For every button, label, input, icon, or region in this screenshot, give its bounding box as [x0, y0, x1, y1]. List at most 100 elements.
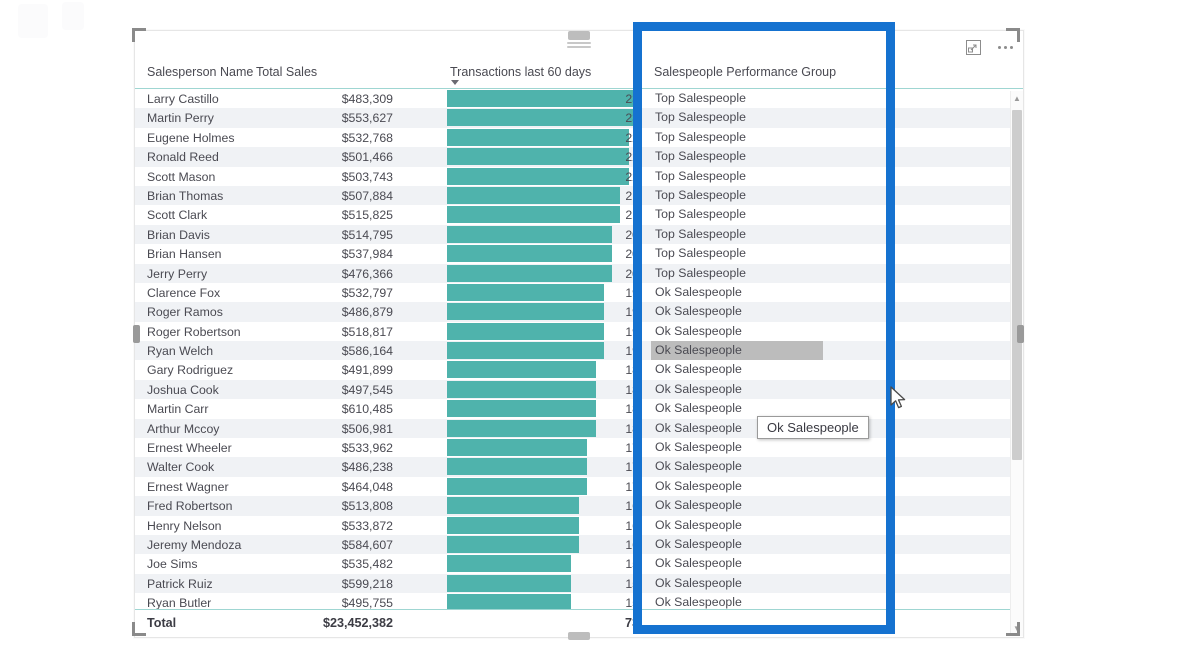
scrollbar-track[interactable] — [1012, 106, 1022, 621]
cell-performance-group[interactable]: Top Salespeople — [651, 264, 823, 283]
table-row[interactable]: Clarence Fox $532,797 19 Ok Salespeople — [135, 283, 1023, 302]
cell-performance-group[interactable]: Top Salespeople — [651, 147, 823, 166]
table-row[interactable]: Martin Carr $610,485 18 Ok Salespeople — [135, 399, 1023, 418]
table-row[interactable]: Scott Clark $515,825 21 Top Salespeople — [135, 205, 1023, 224]
cell-performance-group[interactable]: Top Salespeople — [651, 128, 823, 147]
scroll-up-arrow-icon[interactable]: ▲ — [1011, 91, 1023, 106]
focus-mode-icon[interactable] — [963, 37, 983, 57]
table-row[interactable]: Henry Nelson $533,872 16 Ok Salespeople — [135, 516, 1023, 535]
cell-performance-group[interactable]: Top Salespeople — [651, 205, 823, 224]
cell-total-sales: $513,808 — [341, 499, 393, 514]
cell-performance-group[interactable]: Ok Salespeople — [651, 593, 823, 609]
cell-transactions-value: 20 — [625, 266, 639, 281]
bar-fill — [447, 555, 571, 573]
cell-salesperson-name: Ronald Reed — [147, 150, 219, 165]
cell-performance-group[interactable]: Ok Salespeople — [651, 438, 823, 457]
cell-transactions-value: 19 — [625, 344, 639, 359]
drag-grip-handle[interactable] — [567, 42, 591, 50]
cell-performance-group[interactable]: Ok Salespeople — [651, 516, 823, 535]
bar-fill — [447, 497, 580, 515]
cell-performance-group[interactable]: Ok Salespeople — [651, 302, 823, 321]
cell-transactions-value: 15 — [625, 576, 639, 591]
cell-performance-group[interactable]: Ok Salespeople — [651, 360, 823, 379]
column-header-performance-group[interactable]: Salespeople Performance Group — [654, 65, 836, 79]
cell-total-sales: $501,466 — [341, 150, 393, 165]
cell-performance-group[interactable]: Ok Salespeople — [651, 283, 823, 302]
cell-salesperson-name: Jeremy Mendoza — [147, 537, 242, 552]
table-row[interactable]: Brian Davis $514,795 20 Top Salespeople — [135, 224, 1023, 245]
cell-total-sales: $532,797 — [341, 285, 393, 300]
bar-fill — [447, 380, 596, 398]
bar-fill — [447, 458, 588, 476]
cell-salesperson-name: Brian Thomas — [147, 188, 224, 203]
scrollbar-thumb[interactable] — [1012, 110, 1022, 461]
resize-handle-bottom[interactable] — [568, 632, 590, 640]
cell-salesperson-name: Jerry Perry — [147, 266, 208, 281]
total-transactions-value: 73 — [624, 616, 639, 630]
cell-performance-group[interactable]: Top Salespeople — [651, 89, 823, 108]
table-row[interactable]: Walter Cook $486,238 17 Ok Salespeople — [135, 457, 1023, 477]
cell-total-sales: $515,825 — [341, 208, 393, 223]
total-sales-value: $23,452,382 — [322, 616, 393, 630]
cell-transactions-value: 20 — [625, 247, 639, 262]
cell-performance-group[interactable]: Ok Salespeople — [651, 477, 823, 496]
bar-fill — [447, 361, 596, 379]
cell-performance-group[interactable]: Ok Salespeople — [651, 535, 823, 554]
cell-performance-group[interactable]: Top Salespeople — [651, 244, 823, 263]
cell-salesperson-name: Ryan Welch — [147, 344, 214, 359]
cell-salesperson-name: Ernest Wheeler — [147, 441, 232, 456]
table-row[interactable]: Martin Perry $553,627 23 Top Salespeople — [135, 108, 1023, 128]
table-row[interactable]: Ronald Reed $501,466 22 Top Salespeople — [135, 147, 1023, 167]
resize-handle-left[interactable] — [133, 325, 140, 343]
column-header-total-sales[interactable]: Total Sales — [256, 65, 317, 79]
table-row[interactable]: Joshua Cook $497,545 18 Ok Salespeople — [135, 379, 1023, 400]
cell-transactions-value: 22 — [625, 150, 639, 165]
cell-performance-group[interactable]: Top Salespeople — [651, 225, 823, 244]
table-visual[interactable]: Salesperson Name Total Sales Transaction… — [134, 30, 1024, 638]
resize-handle-top-left[interactable] — [132, 28, 146, 42]
cell-performance-group[interactable]: Ok Salespeople — [651, 322, 823, 341]
cell-performance-group[interactable]: Ok Salespeople — [651, 554, 823, 573]
cell-transactions-value: 22 — [625, 169, 639, 184]
resize-handle-top-right[interactable] — [1006, 28, 1020, 42]
table-row[interactable]: Fred Robertson $513,808 16 Ok Salespeople — [135, 496, 1023, 516]
resize-handle-bottom-right[interactable] — [1006, 622, 1020, 636]
cell-performance-group[interactable]: Top Salespeople — [651, 108, 823, 127]
table-row[interactable]: Arthur Mccoy $506,981 18 Ok Salespeople — [135, 418, 1023, 439]
cell-performance-group[interactable]: Ok Salespeople — [651, 457, 823, 476]
column-header-salesperson-name[interactable]: Salesperson Name — [147, 65, 253, 79]
cell-performance-group[interactable]: Top Salespeople — [651, 167, 823, 186]
table-row[interactable]: Patrick Ruiz $599,218 15 Ok Salespeople — [135, 573, 1023, 594]
table-row[interactable]: Brian Thomas $507,884 21 Top Salespeople — [135, 185, 1023, 206]
table-row[interactable]: Scott Mason $503,743 22 Top Salespeople — [135, 167, 1023, 186]
table-row[interactable]: Gary Rodriguez $491,899 18 Ok Salespeople — [135, 360, 1023, 379]
resize-handle-bottom-left[interactable] — [132, 622, 146, 636]
table-row[interactable]: Eugene Holmes $532,768 22 Top Salespeople — [135, 128, 1023, 147]
cell-performance-group[interactable]: Top Salespeople — [651, 186, 823, 205]
cell-total-sales: $535,482 — [341, 557, 393, 572]
resize-handle-right[interactable] — [1017, 325, 1024, 343]
table-row[interactable]: Larry Castillo $483,309 23 Top Salespeople — [135, 89, 1023, 108]
bar-fill — [447, 283, 604, 301]
cell-transactions-value: 21 — [625, 188, 639, 203]
table-row[interactable]: Jeremy Mendoza $584,607 16 Ok Salespeople — [135, 534, 1023, 555]
bar-fill — [447, 167, 629, 185]
table-row[interactable]: Ryan Butler $495,755 15 Ok Salespeople — [135, 593, 1023, 609]
table-row[interactable]: Ryan Welch $586,164 19 Ok Salespeople — [135, 341, 1023, 361]
table-row[interactable]: Joe Sims $535,482 15 Ok Salespeople — [135, 554, 1023, 573]
vertical-scrollbar[interactable]: ▲ ▼ — [1010, 91, 1023, 636]
cell-performance-group[interactable]: Ok Salespeople — [651, 574, 823, 593]
cell-performance-group[interactable]: Ok Salespeople — [651, 380, 823, 399]
cell-performance-group[interactable]: Ok Salespeople — [651, 341, 823, 361]
column-header-transactions[interactable]: Transactions last 60 days — [450, 65, 591, 79]
table-row[interactable]: Jerry Perry $476,366 20 Top Salespeople — [135, 263, 1023, 283]
cell-performance-group[interactable]: Ok Salespeople — [651, 496, 823, 515]
resize-handle-top[interactable] — [568, 31, 590, 40]
table-row[interactable]: Ernest Wagner $464,048 17 Ok Salespeople — [135, 477, 1023, 496]
table-row[interactable]: Roger Ramos $486,879 19 Ok Salespeople — [135, 302, 1023, 322]
table-row[interactable]: Brian Hansen $537,984 20 Top Salespeople — [135, 244, 1023, 263]
cell-tooltip: Ok Salespeople — [757, 416, 869, 439]
cell-salesperson-name: Scott Mason — [147, 169, 216, 184]
table-row[interactable]: Ernest Wheeler $533,962 17 Ok Salespeople — [135, 438, 1023, 457]
table-row[interactable]: Roger Robertson $518,817 19 Ok Salespeople — [135, 322, 1023, 341]
